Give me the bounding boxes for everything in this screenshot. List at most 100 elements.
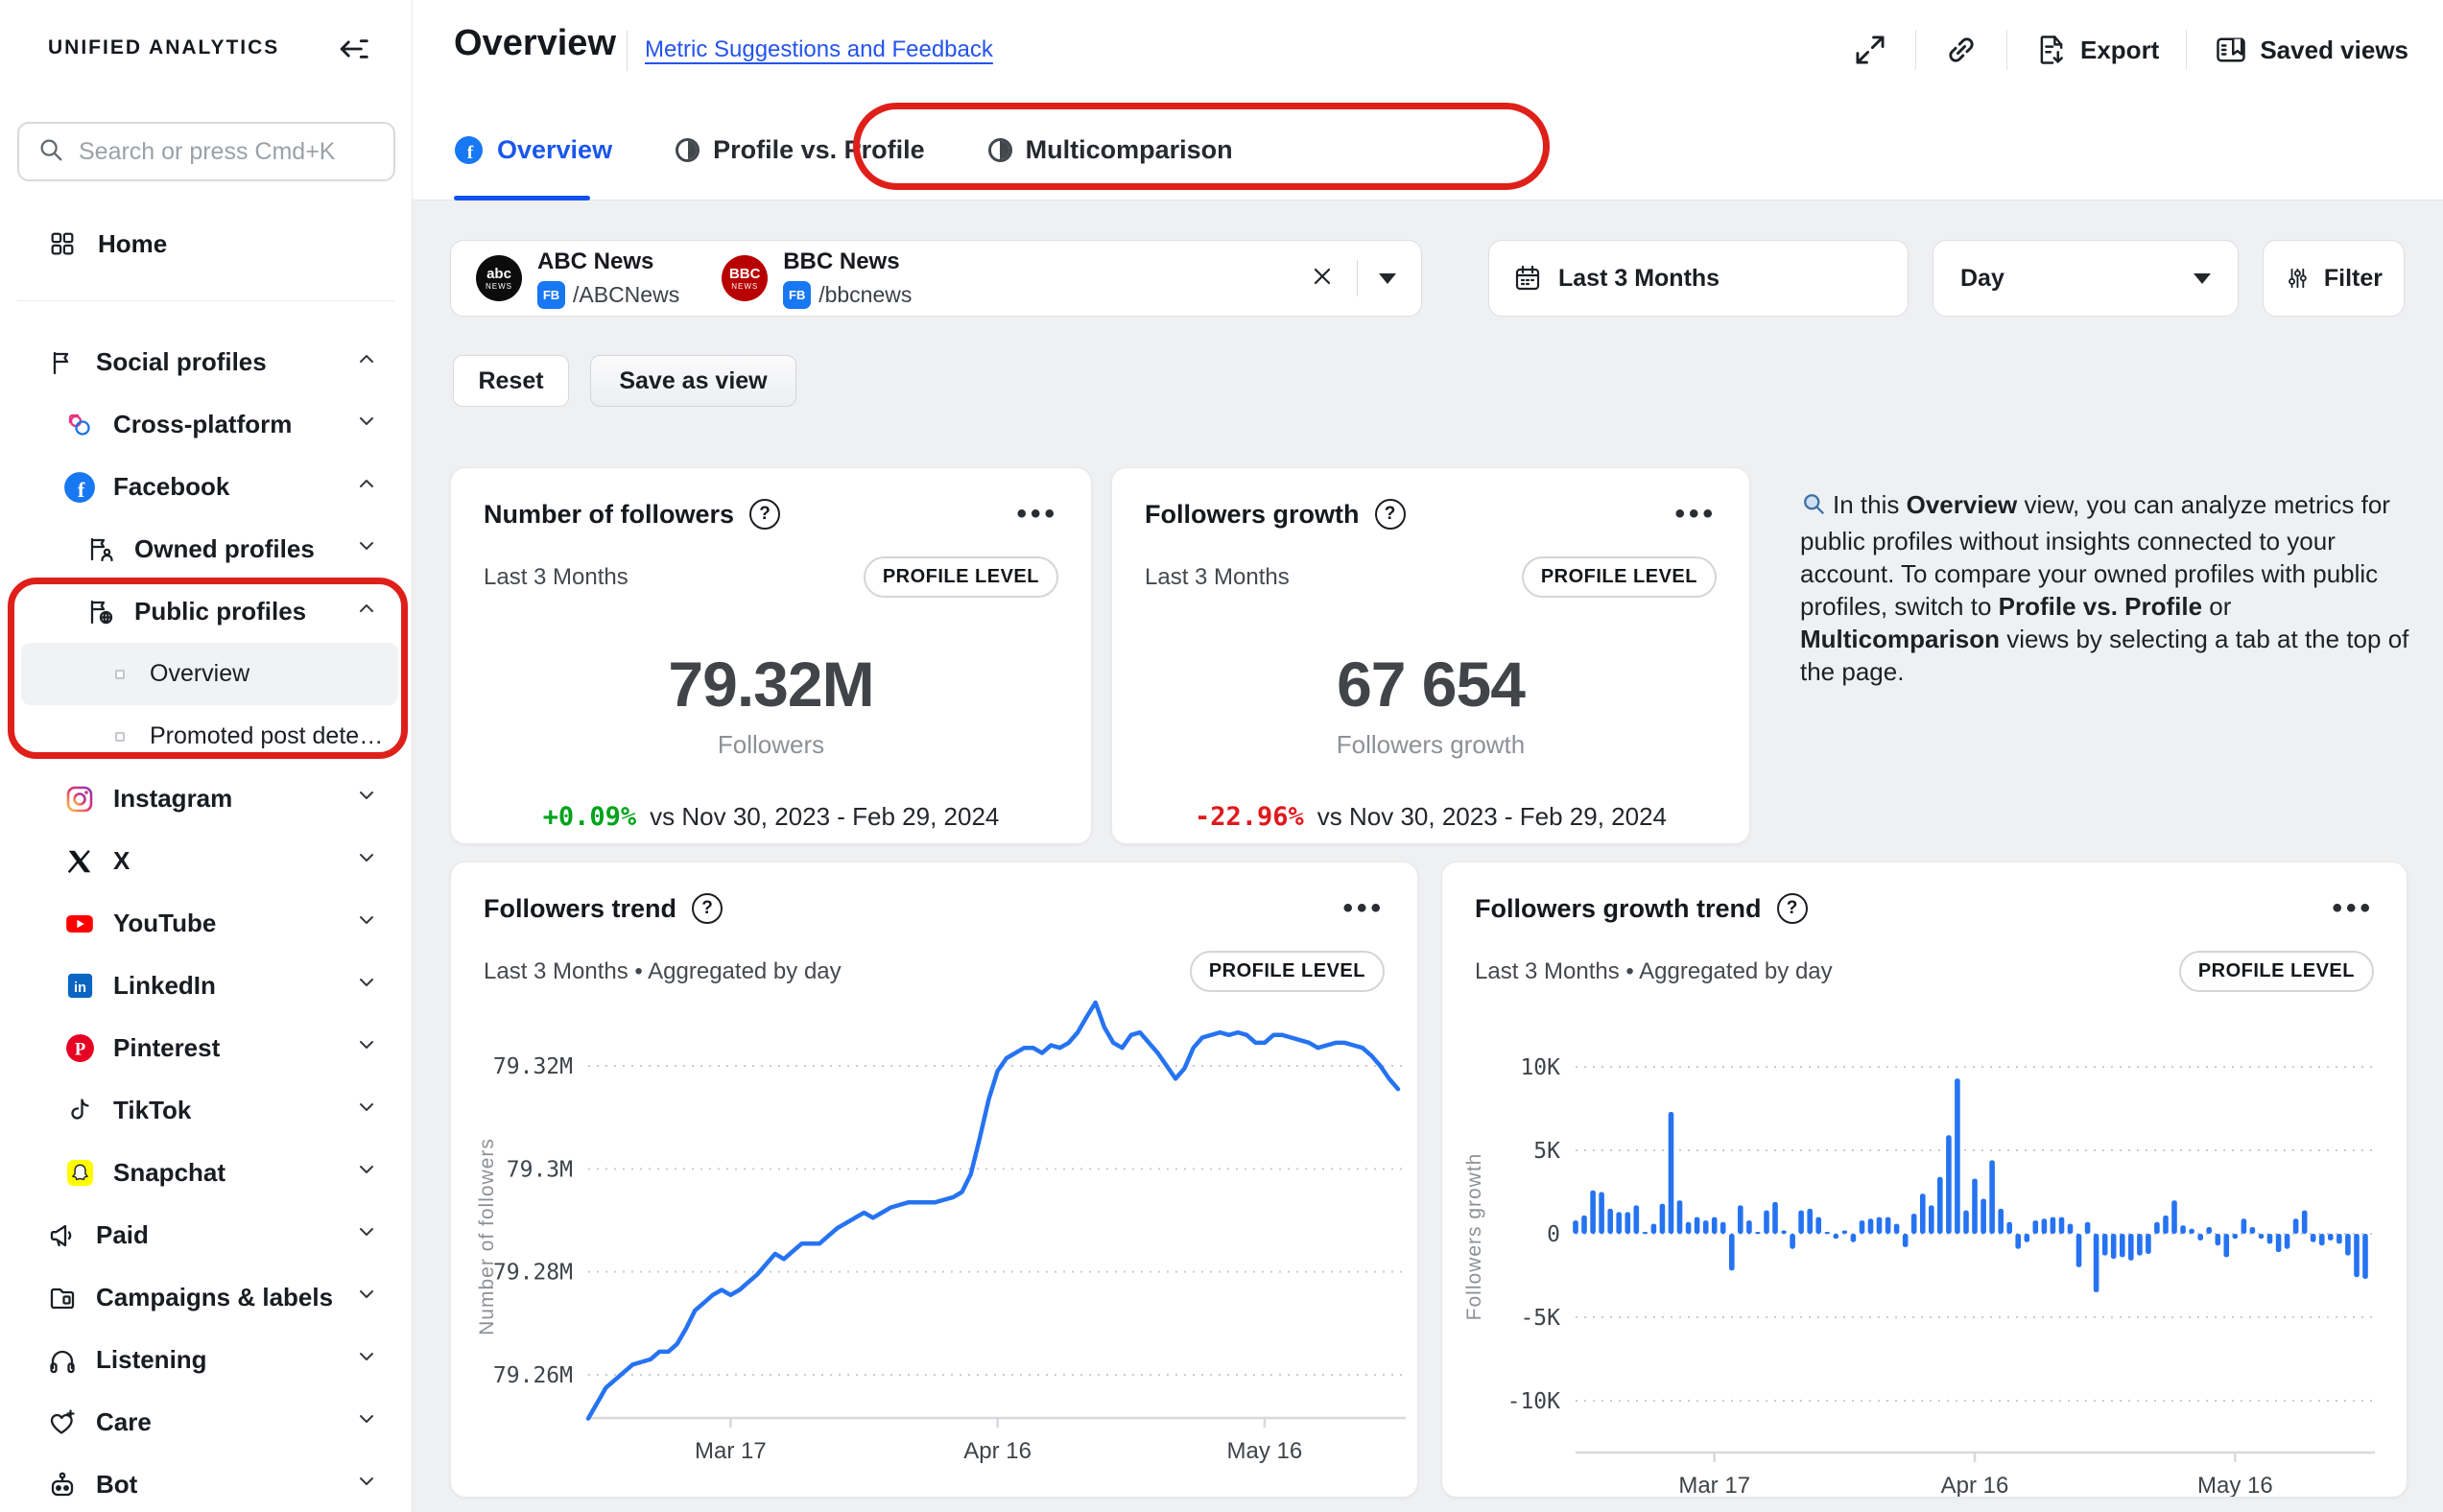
granularity-caret	[2194, 273, 2211, 284]
tiktok-icon	[63, 1095, 96, 1127]
saved-views-button[interactable]: Saved views	[2214, 33, 2408, 67]
youtube-icon	[63, 908, 96, 940]
chevron-down-icon[interactable]	[355, 1470, 378, 1500]
profile-chip-abc-news[interactable]: abcNEWS ABC News FB /ABCNews	[476, 248, 679, 309]
link-icon[interactable]	[1943, 32, 1980, 68]
card-period: Last 3 Months • Aggregated by day	[484, 958, 842, 985]
card-menu-icon[interactable]: •••	[1016, 509, 1058, 519]
folder-icon	[46, 1282, 79, 1314]
granularity-select[interactable]: Day	[1933, 240, 2239, 317]
chevron-down-icon[interactable]	[355, 534, 378, 564]
help-icon[interactable]: ?	[1375, 499, 1406, 530]
tab-profile-vs-profile[interactable]: Profile vs. Profile	[676, 135, 925, 165]
date-range-picker[interactable]: Last 3 Months	[1488, 240, 1909, 317]
chevron-down-icon[interactable]	[355, 1407, 378, 1437]
card-title: Followers growth trend	[1475, 894, 1762, 924]
chevron-down-icon[interactable]	[355, 1283, 378, 1312]
sidebar-item-home[interactable]: Home	[0, 213, 413, 274]
sidebar-item-instagram[interactable]: Instagram	[0, 768, 413, 830]
svg-text:f: f	[78, 478, 85, 502]
bot-icon	[46, 1469, 79, 1501]
chevron-up-icon[interactable]	[355, 597, 378, 626]
sidebar-item-campaigns-labels[interactable]: Campaigns & labels	[0, 1266, 413, 1329]
chevron-down-icon[interactable]	[355, 1033, 378, 1063]
facebook-network-badge: FB	[537, 281, 565, 309]
sidebar-item-cross-platform[interactable]: Cross-platform	[0, 393, 413, 456]
linkedin-icon: in	[63, 970, 96, 1003]
search-placeholder: Search or press Cmd+K	[79, 138, 335, 166]
overview-info-text: In this Overview view, you can analyze m…	[1800, 488, 2414, 688]
expand-icon[interactable]	[1852, 32, 1888, 68]
card-menu-icon[interactable]: •••	[2332, 904, 2374, 913]
comparison-period: vs Nov 30, 2023 - Feb 29, 2024	[650, 802, 999, 832]
sidebar-item-youtube[interactable]: YouTube	[0, 892, 413, 955]
sidebar-item-promoted-post-dete[interactable]: Promoted post dete…	[0, 705, 413, 768]
help-icon[interactable]: ?	[692, 893, 723, 924]
svg-text:May 16: May 16	[2197, 1473, 2273, 1497]
export-button[interactable]: Export	[2034, 33, 2159, 67]
chevron-down-icon[interactable]	[355, 1345, 378, 1375]
save-as-view-button[interactable]: Save as view	[590, 355, 796, 407]
facebook-icon: f	[454, 135, 484, 165]
chevron-up-icon[interactable]	[355, 347, 378, 377]
svg-text:0: 0	[1547, 1222, 1560, 1247]
followers-trend-chart[interactable]: 79.32M79.3M79.28M79.26MMar 17Apr 16May 1…	[451, 997, 1417, 1497]
filter-button[interactable]: Filter	[2263, 240, 2405, 317]
sidebar-item-tiktok[interactable]: TikTok	[0, 1079, 413, 1142]
chevron-up-icon[interactable]	[355, 472, 378, 502]
sidebar-item-linkedin[interactable]: inLinkedIn	[0, 955, 413, 1017]
calendar-icon	[1512, 263, 1543, 294]
sidebar-item-care[interactable]: Care	[0, 1391, 413, 1453]
card-period: Last 3 Months • Aggregated by day	[1475, 958, 1833, 985]
chevron-down-icon[interactable]	[355, 1158, 378, 1188]
svg-text:Mar 17: Mar 17	[695, 1438, 767, 1464]
profile-selector[interactable]: abcNEWS ABC News FB /ABCNews BBCNEWS BBC…	[450, 240, 1422, 317]
sidebar-item-facebook[interactable]: fFacebook	[0, 456, 413, 518]
reset-button[interactable]: Reset	[453, 355, 569, 407]
chevron-down-icon[interactable]	[355, 1220, 378, 1250]
profile-chip-bbc-news[interactable]: BBCNEWS BBC News FB /bbcnews	[722, 248, 912, 309]
chevron-down-icon[interactable]	[355, 784, 378, 814]
chevron-down-icon[interactable]	[355, 909, 378, 938]
sidebar-item-label: Listening	[96, 1345, 207, 1375]
card-menu-icon[interactable]: •••	[1674, 509, 1717, 519]
chevron-down-icon[interactable]	[355, 971, 378, 1001]
sidebar-item-social-profiles[interactable]: Social profiles	[0, 331, 413, 393]
sidebar-item-listening[interactable]: Listening	[0, 1329, 413, 1391]
sidebar-item-label: Home	[98, 229, 167, 259]
sidebar-item-paid[interactable]: Paid	[0, 1204, 413, 1266]
profile-level-badge: PROFILE LEVEL	[864, 556, 1058, 598]
tab-multicomparison[interactable]: Multicomparison	[988, 135, 1233, 165]
saved-views-icon	[2214, 33, 2248, 67]
followers-growth-trend-chart[interactable]: 10K5K0-5K-10KMar 17Apr 16May 16Followers…	[1442, 997, 2407, 1497]
clear-profiles-icon[interactable]	[1309, 263, 1336, 295]
svg-text:79.28M: 79.28M	[493, 1261, 573, 1286]
svg-text:P: P	[74, 1040, 84, 1060]
tab-overview[interactable]: f Overview	[454, 135, 612, 165]
content-area: abcNEWS ABC News FB /ABCNews BBCNEWS BBC…	[413, 201, 2443, 1512]
sidebar-item-public-profiles[interactable]: Public profiles	[0, 580, 413, 643]
chevron-down-icon[interactable]	[355, 846, 378, 876]
search-input[interactable]: Search or press Cmd+K	[17, 122, 395, 181]
sidebar-item-owned-profiles[interactable]: Owned profiles	[0, 518, 413, 580]
sidebar-item-x[interactable]: X	[0, 830, 413, 892]
magnifier-icon	[1800, 490, 1827, 525]
sidebar-item-overview[interactable]: Overview	[21, 643, 398, 705]
help-icon[interactable]: ?	[749, 499, 780, 530]
followers-growth-card: Followers growth ? ••• Last 3 Months PRO…	[1111, 467, 1750, 844]
sidebar-item-pinterest[interactable]: PPinterest	[0, 1017, 413, 1079]
sidebar-item-bot[interactable]: Bot	[0, 1453, 413, 1512]
help-icon[interactable]: ?	[1777, 893, 1808, 924]
svg-text:May 16: May 16	[1227, 1438, 1303, 1464]
chevron-down-icon[interactable]	[355, 410, 378, 439]
svg-text:5K: 5K	[1533, 1139, 1560, 1164]
svg-text:Apr 16: Apr 16	[1941, 1473, 2009, 1497]
sidebar-item-snapchat[interactable]: Snapchat	[0, 1142, 413, 1204]
chevron-down-icon[interactable]	[355, 1096, 378, 1125]
card-menu-icon[interactable]: •••	[1342, 904, 1385, 913]
collapse-sidebar-icon[interactable]	[335, 31, 371, 67]
card-period: Last 3 Months	[484, 564, 629, 591]
metric-suggestions-link[interactable]: Metric Suggestions and Feedback	[645, 36, 993, 63]
profile-dropdown-caret[interactable]	[1379, 273, 1396, 284]
sidebar-item-label: Cross-platform	[113, 410, 292, 439]
